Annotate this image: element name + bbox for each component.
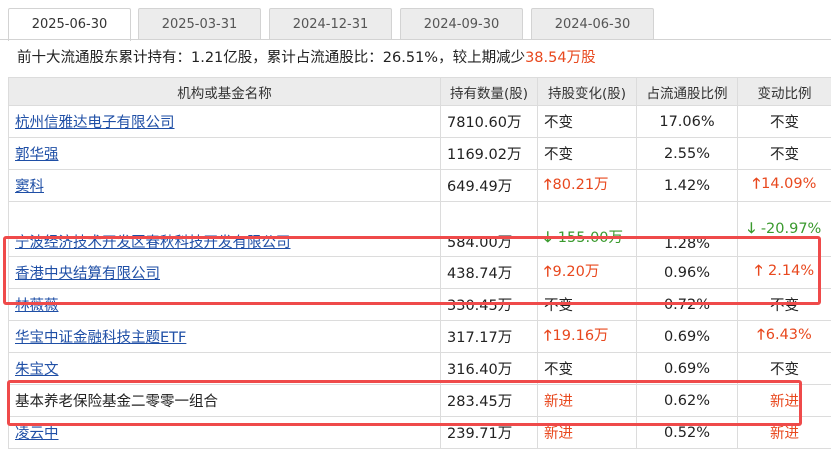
change-cell: 🡓-155.00万 bbox=[537, 201, 637, 257]
qty-cell: 283.45万 bbox=[440, 384, 538, 417]
arrow-up-icon: 🡑 bbox=[757, 327, 765, 343]
qty-cell: 438.74万 bbox=[440, 256, 538, 289]
table-row: 林薇薇 330.45万 不变 0.72% 不变 bbox=[8, 288, 831, 321]
arrow-up-icon: 🡑 bbox=[754, 263, 763, 279]
table-row: 杭州信雅达电子有限公司 7810.60万 不变 17.06% 不变 bbox=[8, 105, 831, 138]
arrow-up-icon: 🡑 bbox=[544, 327, 552, 344]
pct-cell: 🡑6.43% bbox=[737, 320, 831, 353]
header-pct: 变动比例 bbox=[737, 77, 831, 106]
table-row: 华宝中证金融科技主题ETF 317.17万 🡑19.16万 0.69% 🡑6.4… bbox=[8, 320, 831, 353]
ratio-cell: 0.72% bbox=[636, 288, 738, 321]
qty-cell: 584.00万 bbox=[440, 201, 538, 257]
change-cell: 🡑19.16万 bbox=[537, 320, 637, 353]
table-row: 宁波经济技术开发区春秋科技开发有限公司 584.00万 🡓-155.00万 1.… bbox=[8, 201, 831, 257]
change-cell: 不变 bbox=[537, 352, 637, 385]
qty-cell: 649.49万 bbox=[440, 169, 538, 202]
ratio-cell: 0.96% bbox=[636, 256, 738, 289]
pct-cell: 🡑14.09% bbox=[737, 169, 831, 202]
table-row: 郭华强 1169.02万 不变 2.55% 不变 bbox=[8, 137, 831, 170]
pct-cell: 新进 bbox=[737, 384, 831, 417]
change-cell: 🡑80.21万 bbox=[537, 169, 637, 202]
holdings-summary: 前十大流通股东累计持有：1.21亿股，累计占流通股比：26.51%，较上期减少3… bbox=[0, 40, 831, 77]
pct-cell: 新进 bbox=[737, 416, 831, 449]
qty-cell: 239.71万 bbox=[440, 416, 538, 449]
ratio-cell: 1.28% bbox=[636, 201, 738, 257]
arrow-up-icon: 🡑 bbox=[752, 176, 761, 192]
arrow-up-icon: 🡑 bbox=[544, 263, 552, 280]
pct-cell: 不变 bbox=[737, 288, 831, 321]
change-cell: 不变 bbox=[537, 105, 637, 138]
pct-cell: 🡑 2.14% bbox=[737, 256, 831, 289]
ratio-cell: 0.52% bbox=[636, 416, 738, 449]
change-cell: 不变 bbox=[537, 288, 637, 321]
pct-cell: 不变 bbox=[737, 137, 831, 170]
table-row: 凌云中 239.71万 新进 0.52% 新进 bbox=[8, 416, 831, 449]
holder-link[interactable]: 华宝中证金融科技主题ETF bbox=[15, 330, 186, 346]
table-row: 窦科 649.49万 🡑80.21万 1.42% 🡑14.09% bbox=[8, 169, 831, 202]
table-row: 基本养老保险基金二零零一组合 283.45万 新进 0.62% 新进 bbox=[8, 384, 831, 417]
ratio-cell: 0.62% bbox=[636, 384, 738, 417]
table-row: 朱宝文 316.40万 不变 0.69% 不变 bbox=[8, 352, 831, 385]
holder-link[interactable]: 宁波经济技术开发区春秋科技开发有限公司 bbox=[15, 235, 291, 251]
pct-cell: 🡓 -20.97% bbox=[737, 201, 831, 257]
arrow-down-icon: 🡓 bbox=[747, 221, 756, 237]
holder-link[interactable]: 朱宝文 bbox=[15, 362, 59, 378]
holder-link[interactable]: 窦科 bbox=[15, 179, 44, 195]
header-change: 持股变化(股) bbox=[537, 77, 637, 106]
ratio-cell: 17.06% bbox=[636, 105, 738, 138]
header-ratio: 占流通股比例 bbox=[636, 77, 738, 106]
tab-2024-06-30[interactable]: 2024-06-30 bbox=[531, 8, 654, 39]
change-cell: 不变 bbox=[537, 137, 637, 170]
shareholders-table: 机构或基金名称 持有数量(股) 持股变化(股) 占流通股比例 变动比例 杭州信雅… bbox=[8, 77, 831, 449]
pct-cell: 不变 bbox=[737, 352, 831, 385]
tab-2024-09-30[interactable]: 2024-09-30 bbox=[400, 8, 523, 39]
change-cell: 新进 bbox=[537, 416, 637, 449]
arrow-up-icon: 🡑 bbox=[544, 176, 552, 193]
qty-cell: 317.17万 bbox=[440, 320, 538, 353]
tab-2025-06-30[interactable]: 2025-06-30 bbox=[8, 8, 131, 41]
change-cell: 新进 bbox=[537, 384, 637, 417]
qty-cell: 316.40万 bbox=[440, 352, 538, 385]
qty-cell: 330.45万 bbox=[440, 288, 538, 321]
arrow-down-icon: 🡓 bbox=[544, 230, 552, 246]
holder-link[interactable]: 林薇薇 bbox=[15, 298, 59, 314]
change-cell: 🡑9.20万 bbox=[537, 256, 637, 289]
ratio-cell: 0.69% bbox=[636, 352, 738, 385]
pct-cell: 不变 bbox=[737, 105, 831, 138]
tab-2025-03-31[interactable]: 2025-03-31 bbox=[138, 8, 261, 39]
summary-text: 前十大流通股东累计持有：1.21亿股，累计占流通股比：26.51%，较上期减少 bbox=[17, 50, 526, 66]
holder-link[interactable]: 香港中央结算有限公司 bbox=[15, 266, 160, 282]
qty-cell: 1169.02万 bbox=[440, 137, 538, 170]
qty-cell: 7810.60万 bbox=[440, 105, 538, 138]
holder-link[interactable]: 郭华强 bbox=[15, 147, 59, 163]
holder-link[interactable]: 凌云中 bbox=[15, 426, 59, 442]
ratio-cell: 1.42% bbox=[636, 169, 738, 202]
table-row: 香港中央结算有限公司 438.74万 🡑9.20万 0.96% 🡑 2.14% bbox=[8, 256, 831, 289]
period-tabs: 2025-06-30 2025-03-31 2024-12-31 2024-09… bbox=[0, 0, 831, 41]
ratio-cell: 0.69% bbox=[636, 320, 738, 353]
tab-2024-12-31[interactable]: 2024-12-31 bbox=[269, 8, 392, 39]
holder-name: 基本养老保险基金二零零一组合 bbox=[15, 394, 218, 410]
table-header-row: 机构或基金名称 持有数量(股) 持股变化(股) 占流通股比例 变动比例 bbox=[8, 77, 831, 106]
summary-change: 38.54万股 bbox=[525, 50, 596, 66]
holder-link[interactable]: 杭州信雅达电子有限公司 bbox=[15, 115, 175, 131]
ratio-cell: 2.55% bbox=[636, 137, 738, 170]
header-qty: 持有数量(股) bbox=[440, 77, 538, 106]
header-name: 机构或基金名称 bbox=[8, 77, 441, 106]
